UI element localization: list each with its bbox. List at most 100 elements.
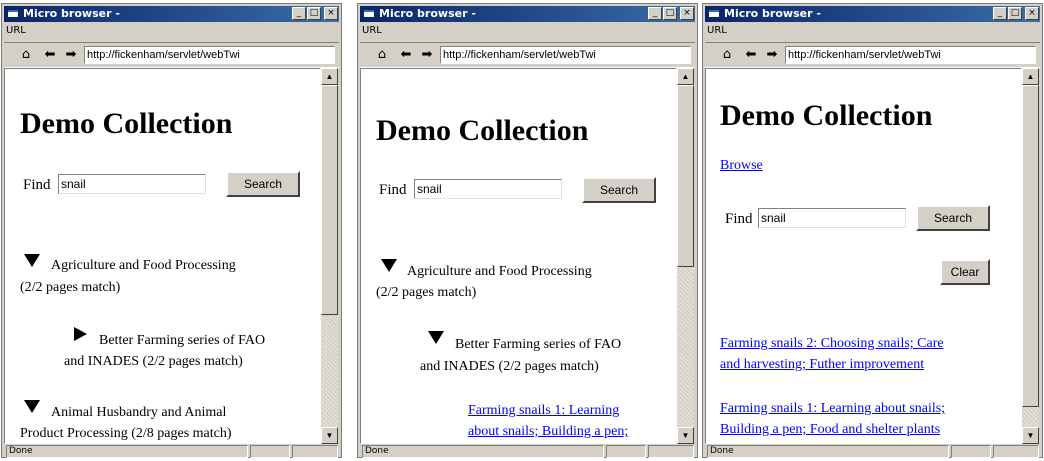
browser-window-1: Micro browser - _ □ × URL ⌂ ⬅ ➡ http://f… bbox=[1, 3, 342, 458]
title-bar: Micro browser - _ □ × bbox=[360, 6, 695, 22]
status-bar: Done bbox=[4, 445, 339, 458]
forward-arrow-icon[interactable]: ➡ bbox=[63, 47, 79, 63]
status-text: Done bbox=[6, 445, 248, 458]
status-bar: Done bbox=[705, 445, 1040, 458]
status-pane bbox=[993, 445, 1039, 458]
category-line: (2/2 pages match) bbox=[376, 285, 477, 300]
status-pane bbox=[250, 445, 290, 458]
minimize-button[interactable]: _ bbox=[648, 7, 662, 20]
category-line[interactable]: Animal Husbandry and Animal bbox=[51, 403, 226, 423]
close-button[interactable]: × bbox=[324, 7, 338, 20]
scroll-up-button[interactable]: ▲ bbox=[1022, 68, 1039, 85]
expanded-triangle-icon[interactable] bbox=[24, 400, 40, 413]
search-button[interactable]: Search bbox=[582, 177, 656, 203]
menu-url[interactable]: URL bbox=[362, 25, 382, 39]
toolbar: ⌂ ⬅ ➡ http://fickenham/servlet/webTwi bbox=[705, 42, 1040, 68]
menu-url[interactable]: URL bbox=[6, 25, 26, 39]
page-title: Demo Collection bbox=[720, 99, 933, 132]
window-icon bbox=[708, 9, 720, 18]
browse-link[interactable]: Browse bbox=[720, 156, 763, 176]
status-pane bbox=[648, 445, 694, 458]
forward-arrow-icon[interactable]: ➡ bbox=[764, 47, 780, 63]
browser-window-2: Micro browser - _ □ × URL ⌂ ⬅ ➡ http://f… bbox=[357, 3, 698, 458]
scroll-down-button[interactable]: ▼ bbox=[1022, 427, 1039, 444]
vertical-scrollbar[interactable]: ▲ ▼ bbox=[1022, 68, 1039, 444]
expanded-triangle-icon[interactable] bbox=[381, 259, 397, 272]
search-input[interactable]: snail bbox=[414, 179, 562, 199]
page-title: Demo Collection bbox=[20, 107, 233, 140]
collapsed-triangle-icon[interactable] bbox=[74, 327, 87, 341]
search-button[interactable]: Search bbox=[226, 171, 300, 197]
document-link[interactable]: Farming snails 2: Choosing snails; Care bbox=[720, 334, 944, 354]
scroll-up-button[interactable]: ▲ bbox=[677, 68, 694, 85]
expanded-triangle-icon[interactable] bbox=[428, 331, 444, 344]
close-button[interactable]: × bbox=[680, 7, 694, 20]
window-icon bbox=[363, 9, 375, 18]
status-text: Done bbox=[362, 445, 604, 458]
maximize-button[interactable]: □ bbox=[1008, 7, 1022, 20]
title-bar: Micro browser - _ □ × bbox=[4, 6, 339, 22]
document-link[interactable]: about snails; Building a pen; bbox=[468, 422, 628, 442]
toolbar: ⌂ ⬅ ➡ http://fickenham/servlet/webTwi bbox=[4, 42, 339, 68]
maximize-button[interactable]: □ bbox=[663, 7, 677, 20]
browser-window-3: Micro browser - _ □ × URL ⌂ ⬅ ➡ http://f… bbox=[702, 3, 1043, 458]
find-label: Find bbox=[23, 177, 51, 193]
url-field[interactable]: http://fickenham/servlet/webTwi bbox=[84, 46, 335, 64]
status-pane bbox=[606, 445, 646, 458]
scroll-down-button[interactable]: ▼ bbox=[321, 427, 338, 444]
scroll-thumb[interactable] bbox=[677, 85, 694, 267]
scroll-thumb[interactable] bbox=[321, 85, 338, 315]
back-arrow-icon[interactable]: ⬅ bbox=[398, 47, 414, 63]
page-content: Demo Collection Browse Find snail Search… bbox=[705, 68, 1022, 444]
status-pane bbox=[292, 445, 338, 458]
vertical-scrollbar[interactable]: ▲ ▼ bbox=[677, 68, 694, 444]
window-icon bbox=[7, 9, 19, 18]
scroll-thumb[interactable] bbox=[1022, 85, 1039, 407]
category-line[interactable]: Agriculture and Food Processing bbox=[51, 256, 236, 276]
home-icon[interactable]: ⌂ bbox=[18, 47, 34, 63]
find-label: Find bbox=[379, 182, 407, 198]
menu-url[interactable]: URL bbox=[707, 25, 727, 39]
status-bar: Done bbox=[360, 445, 695, 458]
status-pane bbox=[951, 445, 991, 458]
document-link[interactable]: Farming snails 1: Learning bbox=[468, 401, 619, 421]
scroll-up-button[interactable]: ▲ bbox=[321, 68, 338, 85]
category-line[interactable]: Better Farming series of FAO bbox=[99, 331, 265, 351]
maximize-button[interactable]: □ bbox=[307, 7, 321, 20]
close-button[interactable]: × bbox=[1025, 7, 1039, 20]
vertical-scrollbar[interactable]: ▲ ▼ bbox=[321, 68, 338, 444]
document-link[interactable]: and harvesting; Futher improvement bbox=[720, 355, 924, 375]
window-title: Micro browser - bbox=[23, 7, 120, 20]
document-link[interactable]: Building a pen; Food and shelter plants bbox=[720, 420, 940, 440]
find-label: Find bbox=[725, 211, 753, 227]
url-field[interactable]: http://fickenham/servlet/webTwi bbox=[440, 46, 691, 64]
back-arrow-icon[interactable]: ⬅ bbox=[743, 47, 759, 63]
minimize-button[interactable]: _ bbox=[993, 7, 1007, 20]
home-icon[interactable]: ⌂ bbox=[374, 47, 390, 63]
status-text: Done bbox=[707, 445, 949, 458]
page-content: Demo Collection Find snail Search Agricu… bbox=[4, 68, 321, 444]
back-arrow-icon[interactable]: ⬅ bbox=[42, 47, 58, 63]
url-field[interactable]: http://fickenham/servlet/webTwi bbox=[785, 46, 1036, 64]
document-link[interactable]: Farming snails 1: Learning about snails; bbox=[720, 399, 945, 419]
forward-arrow-icon[interactable]: ➡ bbox=[419, 47, 435, 63]
window-title: Micro browser - bbox=[379, 7, 476, 20]
minimize-button[interactable]: _ bbox=[292, 7, 306, 20]
category-line: and INADES (2/2 pages match) bbox=[420, 359, 599, 374]
category-line: (2/2 pages match) bbox=[20, 280, 121, 295]
category-line[interactable]: Agriculture and Food Processing bbox=[407, 262, 592, 282]
window-title: Micro browser - bbox=[724, 7, 821, 20]
scroll-down-button[interactable]: ▼ bbox=[677, 427, 694, 444]
title-bar: Micro browser - _ □ × bbox=[705, 6, 1040, 22]
toolbar: ⌂ ⬅ ➡ http://fickenham/servlet/webTwi bbox=[360, 42, 695, 68]
search-input[interactable]: snail bbox=[58, 174, 206, 194]
category-line[interactable]: Better Farming series of FAO bbox=[455, 335, 621, 355]
search-button[interactable]: Search bbox=[916, 205, 990, 231]
category-line: and INADES (2/2 pages match) bbox=[64, 354, 243, 369]
expanded-triangle-icon[interactable] bbox=[24, 254, 40, 267]
home-icon[interactable]: ⌂ bbox=[719, 47, 735, 63]
clear-button[interactable]: Clear bbox=[940, 259, 990, 285]
search-input[interactable]: snail bbox=[758, 208, 906, 228]
page-title: Demo Collection bbox=[376, 114, 589, 147]
page-content: Demo Collection Find snail Search Agricu… bbox=[360, 68, 677, 444]
